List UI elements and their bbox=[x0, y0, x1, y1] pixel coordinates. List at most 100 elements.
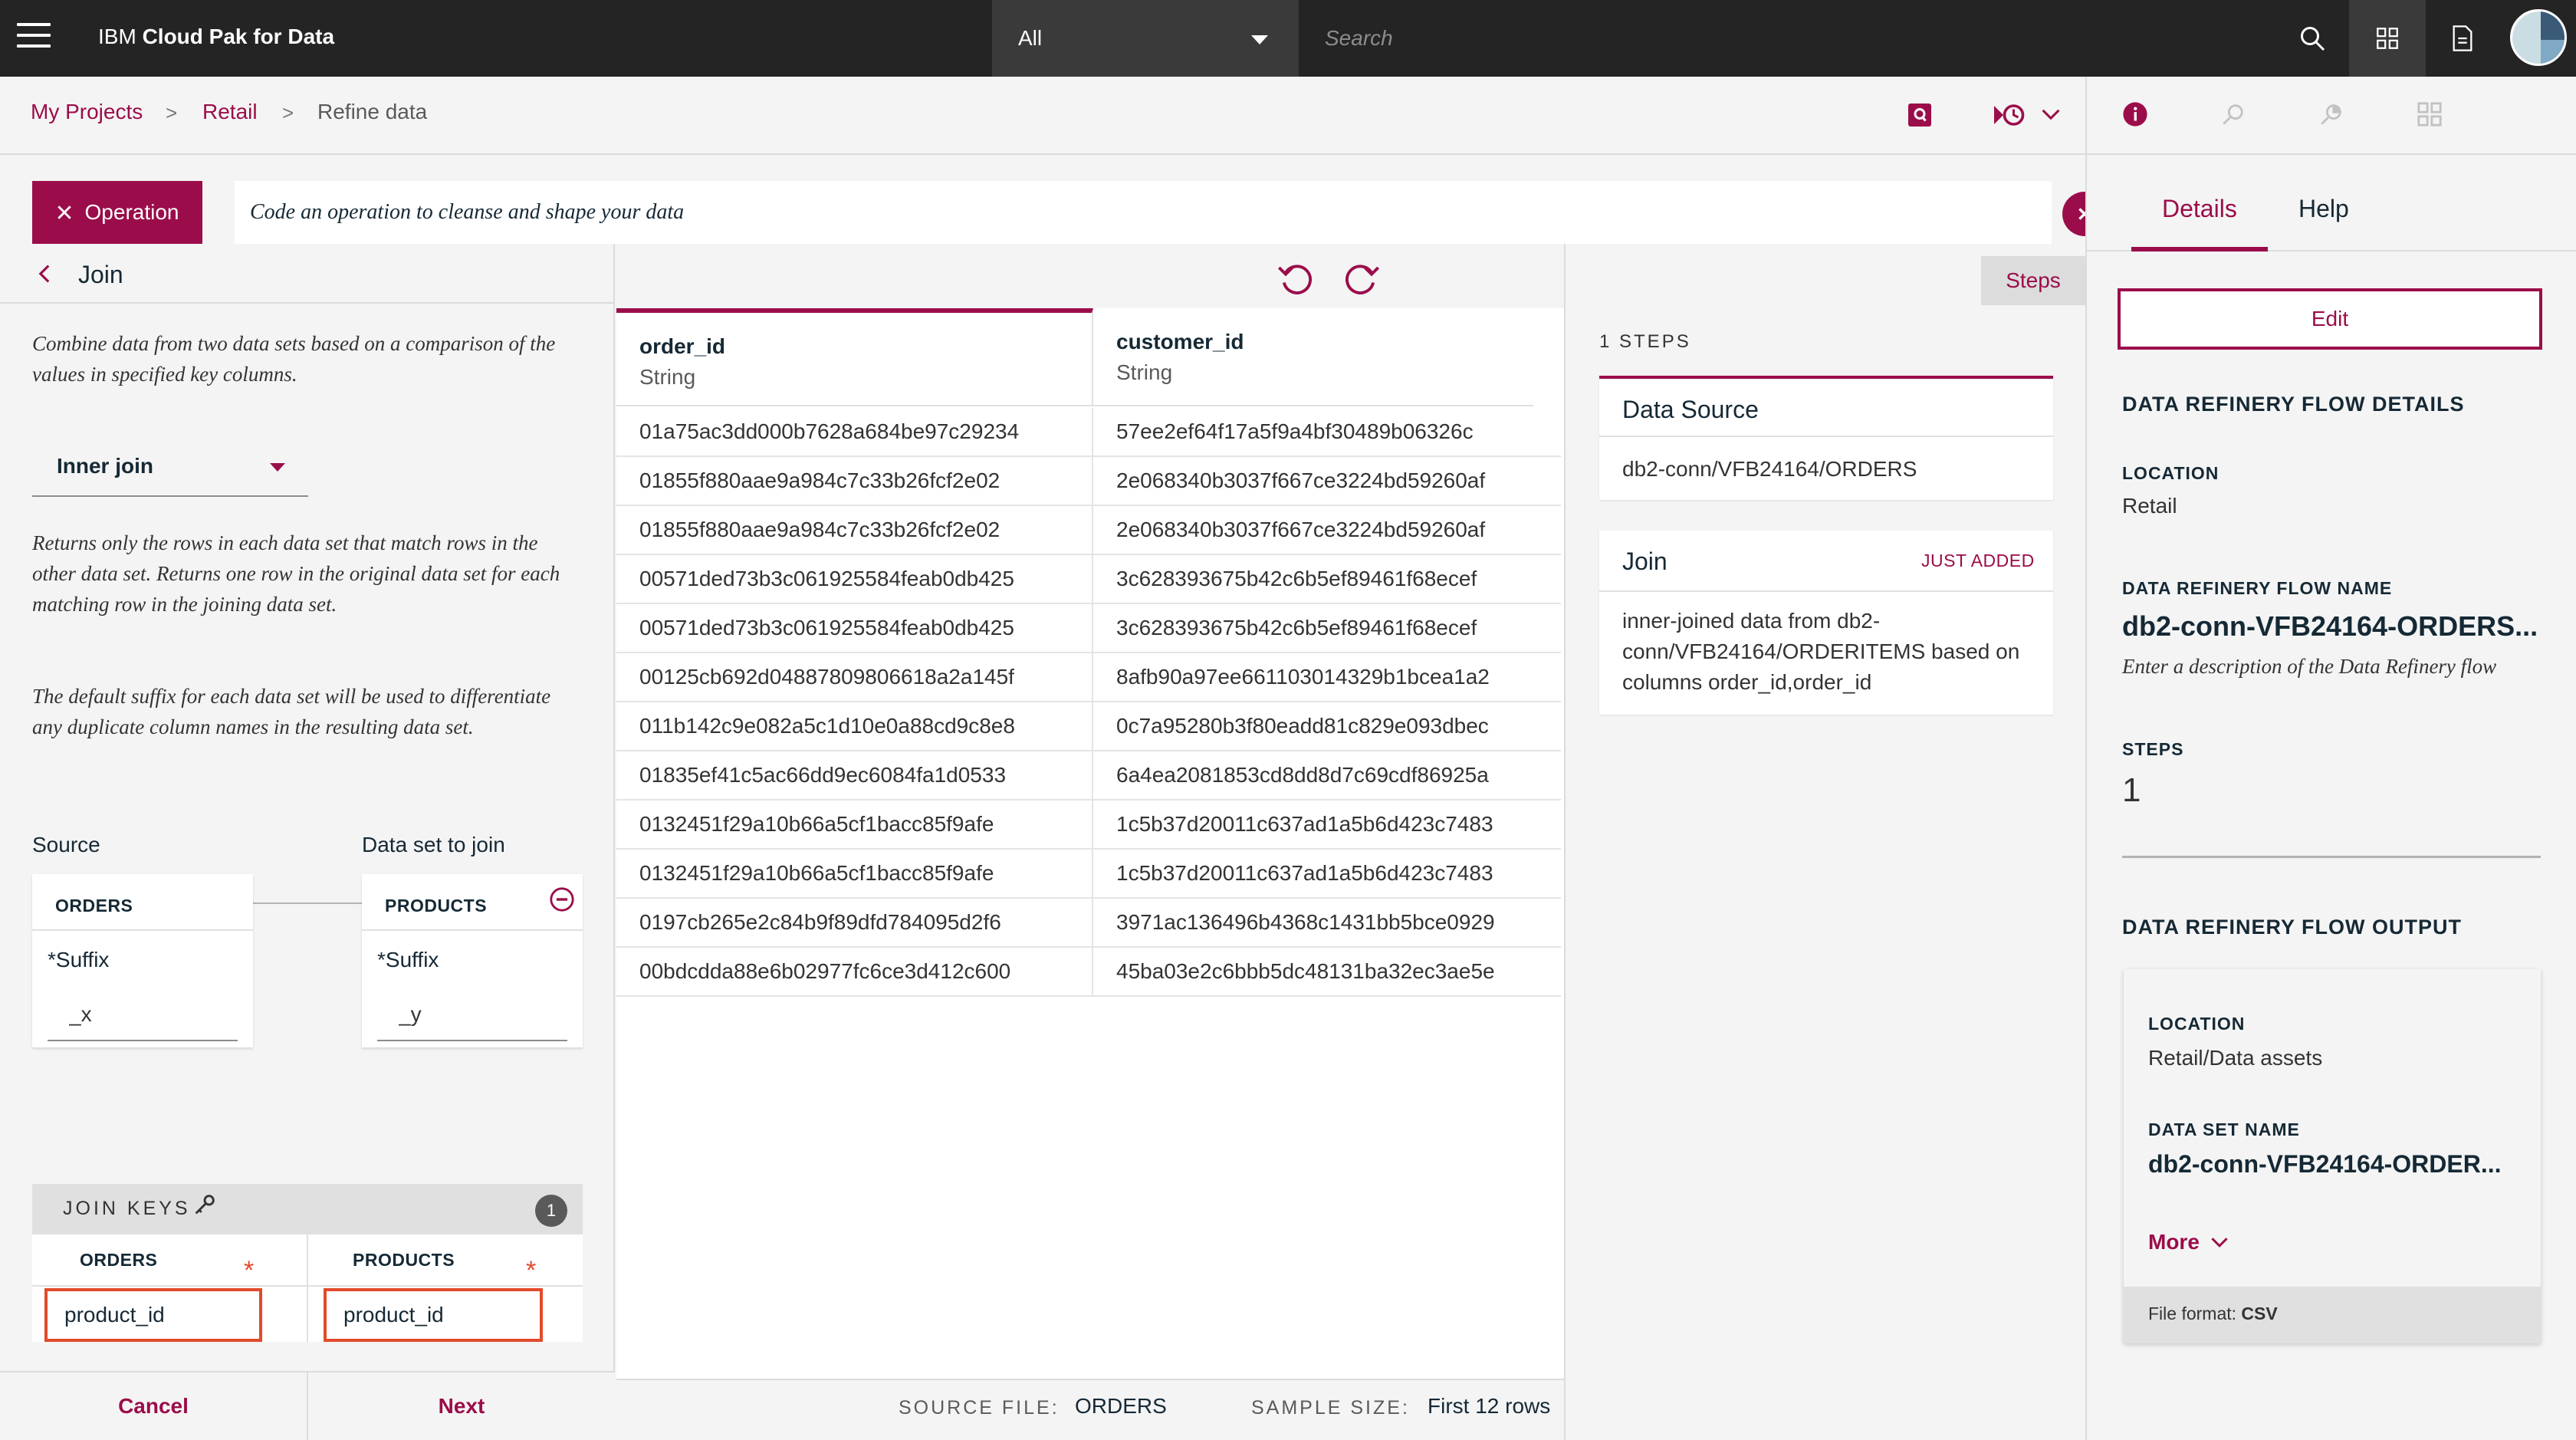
table-row[interactable]: 01a75ac3dd000b7628a684be97c29234 57ee2ef6… bbox=[616, 408, 1561, 457]
table-row[interactable]: 0132451f29a10b66a5cf1bacc85f9afe 1c5b37d2… bbox=[616, 801, 1561, 850]
table-cell[interactable]: 00571ded73b3c061925584feab0db425 bbox=[616, 555, 1093, 603]
more-toggle[interactable]: More bbox=[2148, 1230, 2229, 1254]
join-keys-count-badge: 1 bbox=[535, 1195, 567, 1227]
more-label: More bbox=[2148, 1230, 2200, 1254]
table-row[interactable]: 00571ded73b3c061925584feab0db425 3c628393… bbox=[616, 555, 1561, 604]
column-header-order-id[interactable]: order_id String bbox=[616, 308, 1093, 406]
join-suffix-label: *Suffix bbox=[377, 948, 439, 972]
dashboard-icon[interactable] bbox=[2417, 101, 2443, 127]
column-type: String bbox=[639, 365, 696, 389]
table-cell[interactable]: 3c628393675b42c6b5ef89461f68ecef bbox=[1093, 604, 1561, 652]
hamburger-menu-icon[interactable] bbox=[17, 23, 51, 54]
table-cell[interactable]: 3c628393675b42c6b5ef89461f68ecef bbox=[1093, 555, 1561, 603]
info-icon[interactable] bbox=[2122, 101, 2148, 127]
location-value: Retail bbox=[2122, 494, 2177, 518]
breadcrumb bbox=[0, 77, 2085, 155]
visualization-icon[interactable] bbox=[2318, 101, 2344, 127]
join-type-dropdown[interactable]: Inner join bbox=[32, 437, 308, 497]
file-format-label: File format: bbox=[2148, 1304, 2237, 1323]
table-row[interactable]: 011b142c9e082a5c1d10e0a88cd9c8e8 0c7a9528… bbox=[616, 702, 1561, 751]
table-cell[interactable]: 0c7a95280b3f80eadd81c829e093dbec bbox=[1093, 702, 1561, 750]
table-cell[interactable]: 45ba03e2c6bbb5dc48131ba32ec3ae5e bbox=[1093, 948, 1561, 995]
table-row[interactable]: 00571ded73b3c061925584feab0db425 3c628393… bbox=[616, 604, 1561, 653]
table-cell[interactable]: 2e068340b3037f667ce3224bd59260af bbox=[1093, 457, 1561, 505]
join-keys-title: JOIN KEYS bbox=[63, 1198, 191, 1219]
steps-button[interactable]: Steps bbox=[1981, 256, 2085, 305]
table-cell[interactable]: 0132451f29a10b66a5cf1bacc85f9afe bbox=[616, 801, 1093, 848]
step-card-divider bbox=[1599, 590, 2053, 592]
flow-name-value: db2-conn-VFB24164-ORDERS... bbox=[2122, 610, 2538, 642]
operation-button-label: Operation bbox=[84, 200, 179, 224]
table-row[interactable]: 00125cb692d04887809806618a2a145f 8afb90a9… bbox=[616, 653, 1561, 702]
orders-key-select[interactable]: product_id bbox=[44, 1288, 262, 1342]
table-row[interactable]: 0132451f29a10b66a5cf1bacc85f9afe 1c5b37d2… bbox=[616, 850, 1561, 899]
table-cell[interactable]: 0197cb265e2c84b9f89dfd784095d2f6 bbox=[616, 899, 1093, 946]
table-cell[interactable]: 3971ac136496b4368c1431bb5bce0929 bbox=[1093, 899, 1561, 946]
edit-button[interactable]: Edit bbox=[2118, 288, 2542, 350]
redo-icon[interactable] bbox=[1342, 258, 1382, 298]
table-cell[interactable]: 01855f880aae9a984c7c33b26fcf2e02 bbox=[616, 457, 1093, 505]
table-cell[interactable]: 8afb90a97ee661103014329b1bcea1a2 bbox=[1093, 653, 1561, 701]
search-scope-select[interactable]: All bbox=[992, 0, 1299, 77]
chevron-down-icon bbox=[1251, 35, 1268, 44]
table-row[interactable]: 0197cb265e2c84b9f89dfd784095d2f6 3971ac13… bbox=[616, 899, 1561, 948]
column-header-customer-id[interactable]: customer_id String bbox=[1093, 308, 1533, 406]
table-row[interactable]: 01835ef41c5ac66dd9ec6084fa1d0533 6a4ea208… bbox=[616, 751, 1561, 801]
table-cell[interactable]: 00125cb692d04887809806618a2a145f bbox=[616, 653, 1093, 701]
output-location-label: LOCATION bbox=[2148, 1014, 2246, 1034]
table-cell[interactable]: 00bdcdda88e6b02977fc6ce3d412c600 bbox=[616, 948, 1093, 995]
cancel-button[interactable]: Cancel bbox=[0, 1373, 307, 1440]
sample-size-value[interactable]: First 12 rows bbox=[1428, 1394, 1550, 1419]
tab-details[interactable]: Details bbox=[2162, 195, 2237, 223]
data-preview-icon[interactable] bbox=[1906, 101, 1934, 129]
back-chevron-icon[interactable] bbox=[38, 264, 51, 284]
table-cell[interactable]: 011b142c9e082a5c1d10e0a88cd9c8e8 bbox=[616, 702, 1093, 750]
document-icon[interactable] bbox=[2426, 0, 2499, 77]
table-cell[interactable]: 01835ef41c5ac66dd9ec6084fa1d0533 bbox=[616, 751, 1093, 799]
flow-description-field[interactable]: Enter a description of the Data Refinery… bbox=[2122, 655, 2496, 679]
table-cell[interactable]: 2e068340b3037f667ce3224bd59260af bbox=[1093, 506, 1561, 554]
search-icon[interactable] bbox=[2275, 0, 2349, 77]
table-row[interactable]: 01855f880aae9a984c7c33b26fcf2e02 2e068340… bbox=[616, 457, 1561, 506]
remove-dataset-icon[interactable] bbox=[549, 886, 575, 912]
table-cell[interactable]: 0132451f29a10b66a5cf1bacc85f9afe bbox=[616, 850, 1093, 897]
join-suffix-input[interactable] bbox=[377, 989, 567, 1041]
products-key-select[interactable]: product_id bbox=[324, 1288, 543, 1342]
operation-button[interactable]: Operation bbox=[32, 181, 202, 244]
breadcrumb-my-projects[interactable]: My Projects bbox=[31, 100, 143, 124]
table-row[interactable]: 00bdcdda88e6b02977fc6ce3d412c600 45ba03e2… bbox=[616, 948, 1561, 997]
table-cell[interactable]: 01855f880aae9a984c7c33b26fcf2e02 bbox=[616, 506, 1093, 554]
breadcrumb-retail[interactable]: Retail bbox=[202, 100, 258, 124]
table-cell[interactable]: 01a75ac3dd000b7628a684be97c29234 bbox=[616, 408, 1093, 455]
table-cell[interactable]: 57ee2ef64f17a5f9a4bf30489b06326c bbox=[1093, 408, 1561, 455]
tab-help[interactable]: Help bbox=[2298, 195, 2349, 223]
chevron-down-icon bbox=[2210, 1236, 2229, 1248]
chevron-down-icon[interactable] bbox=[2041, 107, 2061, 121]
key-icon bbox=[192, 1192, 218, 1218]
step-title: Join bbox=[1622, 547, 1668, 575]
close-icon bbox=[56, 204, 73, 221]
source-suffix-input[interactable] bbox=[48, 989, 238, 1041]
search-input[interactable] bbox=[1299, 0, 2334, 77]
file-format-value: CSV bbox=[2241, 1304, 2278, 1323]
keys-col-orders: ORDERS bbox=[80, 1250, 158, 1270]
source-label: Source bbox=[32, 833, 100, 856]
table-cell[interactable]: 1c5b37d20011c637ad1a5b6d423c7483 bbox=[1093, 850, 1561, 897]
avatar[interactable] bbox=[2510, 9, 2567, 66]
column-type: String bbox=[1116, 360, 1173, 384]
connector-line bbox=[253, 902, 362, 904]
undo-redo-bar bbox=[616, 244, 1564, 308]
breadcrumb-separator: > bbox=[282, 101, 294, 124]
table-cell[interactable]: 6a4ea2081853cd8dd8d7c69cdf86925a bbox=[1093, 751, 1561, 799]
table-row[interactable]: 01855f880aae9a984c7c33b26fcf2e02 2e068340… bbox=[616, 506, 1561, 555]
profile-icon[interactable] bbox=[2220, 101, 2246, 127]
undo-icon[interactable] bbox=[1276, 258, 1316, 298]
catalog-icon[interactable] bbox=[2349, 0, 2426, 77]
operation-command-input[interactable] bbox=[235, 181, 2052, 244]
schedule-history-icon[interactable] bbox=[1992, 101, 2029, 129]
table-cell[interactable]: 1c5b37d20011c637ad1a5b6d423c7483 bbox=[1093, 801, 1561, 848]
join-dataset-name: PRODUCTS bbox=[385, 896, 488, 916]
source-file-value: ORDERS bbox=[1075, 1394, 1167, 1418]
table-cell[interactable]: 00571ded73b3c061925584feab0db425 bbox=[616, 604, 1093, 652]
next-button[interactable]: Next bbox=[308, 1373, 615, 1440]
